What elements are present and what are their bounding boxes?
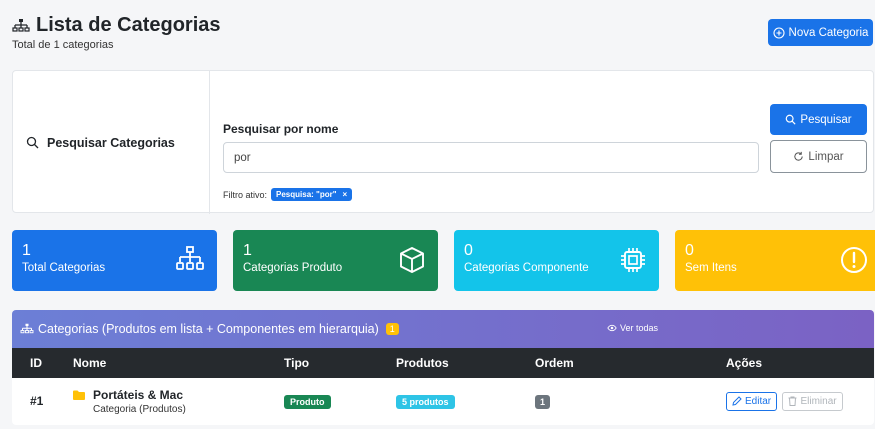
table-row: #1 Portáteis & Mac Categoria (Produtos) … (12, 378, 874, 424)
sitemap-icon (176, 246, 204, 270)
table-card-header: Categorias (Produtos em lista + Componen… (12, 310, 874, 348)
search-input[interactable] (223, 142, 759, 173)
row-actions-cell: Editar Eliminar (726, 378, 874, 424)
search-icon (26, 136, 39, 149)
stat-total-categories: 1 Total Categorias (12, 230, 217, 291)
stat-component-categories: 0 Categorias Componente (454, 230, 659, 291)
search-button-label: Pesquisar (800, 113, 852, 126)
row-subtitle: Categoria (Produtos) (93, 403, 186, 415)
search-section-title: Pesquisar Categorias (47, 135, 175, 150)
stat-product-categories: 1 Categorias Produto (233, 230, 438, 291)
edit-button[interactable]: Editar (726, 391, 778, 411)
clear-button[interactable]: Limpar (770, 140, 867, 173)
row-products-cell: 5 produtos (396, 378, 535, 424)
remove-filter-button[interactable]: × (343, 190, 348, 199)
clear-button-label: Limpar (808, 150, 844, 163)
view-all-link[interactable]: Ver todas (607, 323, 658, 333)
active-filter-row: Filtro ativo: Pesquisa: "por" × (223, 188, 353, 201)
view-all-label: Ver todas (620, 323, 659, 333)
active-filter-prefix: Filtro ativo: (223, 189, 268, 200)
search-section-header: Pesquisar Categorias (13, 71, 210, 214)
plus-circle-icon (772, 26, 785, 39)
categories-table-card: Categorias (Produtos em lista + Componen… (12, 310, 874, 425)
column-header-actions: Ações (726, 356, 763, 370)
sitemap-icon (12, 18, 30, 32)
search-field-label: Pesquisar por nome (223, 122, 339, 136)
column-header-type[interactable]: Tipo (284, 348, 396, 378)
type-badge: Produto (284, 395, 331, 409)
products-badge[interactable]: 5 produtos (396, 395, 455, 409)
page-title: Lista de Categorias (12, 14, 221, 37)
column-header-order[interactable]: Ordem (535, 348, 726, 378)
cpu-icon (621, 248, 645, 272)
active-filter-text: Pesquisa: "por" (276, 190, 337, 199)
column-header-name[interactable]: Nome (73, 348, 284, 378)
row-name[interactable]: Portáteis & Mac (93, 388, 186, 402)
exclamation-circle-icon (841, 247, 867, 273)
trash-icon (788, 396, 797, 406)
pencil-icon (732, 396, 742, 406)
sitemap-icon (20, 323, 34, 334)
search-card: Pesquisar Categorias Pesquisar por nome … (12, 70, 874, 214)
total-count-text: Total de 1 categorias (12, 39, 114, 51)
page-title-text: Lista de Categorias (36, 14, 221, 36)
folder-icon (73, 390, 85, 400)
stat-empty-categories: 0 Sem Itens (675, 230, 875, 291)
row-type-cell: Produto (284, 378, 396, 424)
table-header-row: ID Nome Tipo Produtos Ordem Ações (12, 348, 874, 378)
box-icon (400, 247, 424, 273)
column-header-products[interactable]: Produtos (396, 348, 535, 378)
row-name-cell: Portáteis & Mac Categoria (Produtos) (73, 378, 284, 424)
new-category-button[interactable]: Nova Categoria (768, 19, 873, 46)
order-badge: 1 (535, 395, 551, 409)
eye-icon (607, 324, 617, 332)
categories-table: ID Nome Tipo Produtos Ordem Ações #1 Por (12, 348, 874, 424)
active-filter-badge: Pesquisa: "por" × (271, 188, 353, 201)
refresh-icon (794, 151, 804, 161)
delete-button-label: Eliminar (800, 395, 837, 407)
table-count-badge: 1 (385, 323, 399, 335)
search-button[interactable]: Pesquisar (770, 104, 867, 135)
search-icon (786, 114, 796, 125)
delete-button[interactable]: Eliminar (782, 391, 843, 411)
page-header: Lista de Categorias Total de 1 categoria… (12, 14, 221, 51)
table-card-title: Categorias (Produtos em lista + Componen… (38, 322, 379, 336)
column-header-id[interactable]: ID (12, 348, 73, 378)
edit-button-label: Editar (745, 395, 772, 407)
new-category-label: Nova Categoria (788, 26, 869, 39)
row-order-cell: 1 (535, 378, 726, 424)
row-id: #1 (30, 394, 44, 408)
